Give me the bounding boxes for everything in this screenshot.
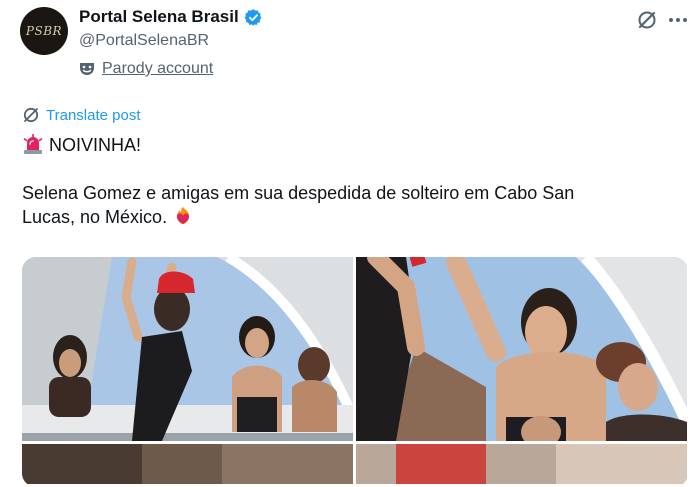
post-line-3: Lucas, no México. — [22, 205, 662, 229]
parody-account-link[interactable]: Parody account — [102, 60, 213, 78]
photo-1-image — [22, 257, 353, 441]
avatar-text: PSBR — [25, 24, 63, 38]
media-grid[interactable] — [22, 257, 688, 487]
theater-mask-icon — [80, 63, 94, 75]
globe-icon — [23, 107, 39, 123]
translate-post-button[interactable]: Translate post — [22, 106, 141, 124]
post-headline: NOIVINHA! — [49, 135, 142, 155]
author-name-row: Portal Selena Brasil — [79, 7, 263, 27]
more-dot — [669, 18, 673, 22]
rotating-light-icon — [23, 133, 43, 154]
heart-on-fire-icon — [177, 207, 190, 224]
media-photo-3[interactable] — [22, 444, 353, 484]
photo-4-image — [356, 444, 687, 484]
translate-post-label: Translate post — [46, 106, 141, 124]
photo-3-image — [22, 444, 353, 484]
media-photo-4[interactable] — [356, 444, 687, 484]
photo-2-image — [356, 257, 687, 441]
parody-label-row: Parody account — [79, 60, 213, 78]
post-body: NOIVINHA! Selena Gomez e amigas em sua d… — [22, 133, 662, 229]
grok-icon[interactable] — [636, 9, 658, 31]
post-line-3-text: Lucas, no México. — [22, 207, 168, 227]
more-icon[interactable] — [666, 8, 690, 32]
media-photo-1[interactable] — [22, 257, 353, 441]
author-handle[interactable]: @PortalSelenaBR — [79, 32, 209, 50]
post-line-2: Selena Gomez e amigas em sua despedida d… — [22, 183, 575, 203]
post-line-1: NOIVINHA! — [22, 133, 662, 157]
author-display-name[interactable]: Portal Selena Brasil — [79, 7, 239, 27]
more-dot — [676, 18, 680, 22]
media-photo-2[interactable] — [356, 257, 687, 441]
verified-badge-icon — [244, 8, 262, 26]
more-dot — [683, 18, 687, 22]
avatar[interactable]: PSBR — [20, 7, 68, 55]
